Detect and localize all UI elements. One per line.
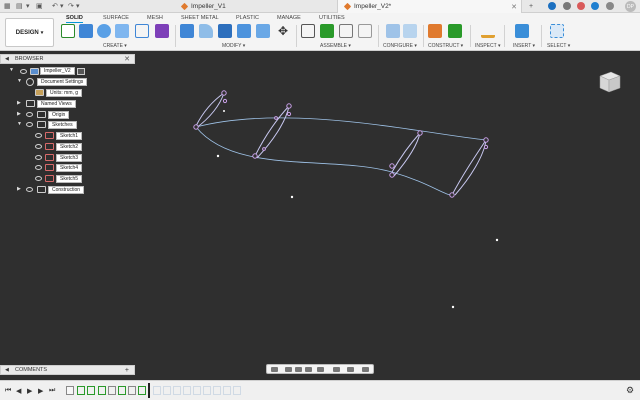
orbit-icon[interactable]: [271, 367, 278, 372]
gear-icon: [26, 78, 34, 86]
expand-arrow-icon[interactable]: ▼: [9, 67, 14, 73]
play-icon[interactable]: ▶: [27, 387, 32, 395]
timeline-sketch-icon[interactable]: [98, 386, 106, 395]
visibility-eye-icon[interactable]: [35, 133, 42, 138]
timeline-sketch-icon[interactable]: [138, 386, 146, 395]
visibility-eye-icon[interactable]: [26, 187, 33, 192]
visibility-eye-icon[interactable]: [35, 155, 42, 160]
tree-item-root[interactable]: Impeller_V2: [40, 67, 85, 75]
timeline-feature-icon[interactable]: [173, 386, 181, 395]
tree-item-sketch5[interactable]: Sketch5: [56, 175, 83, 183]
component-icon: [30, 68, 39, 75]
tree-item-sketch4[interactable]: Sketch4: [56, 164, 83, 172]
visibility-eye-icon[interactable]: [20, 69, 27, 74]
add-comment-icon[interactable]: +: [125, 367, 129, 374]
visibility-eye-icon[interactable]: [35, 165, 42, 170]
timeline-feature-icon[interactable]: [153, 386, 161, 395]
step-forward-icon[interactable]: ▶: [38, 387, 43, 395]
navigation-toolbar: [266, 364, 374, 374]
browser-title: BROWSER: [15, 56, 44, 62]
construction-points: [216, 110, 499, 309]
visibility-eye-icon[interactable]: [35, 144, 42, 149]
pan-icon[interactable]: [295, 367, 302, 372]
timeline-feature-icon[interactable]: [233, 386, 241, 395]
folder-icon: [26, 100, 35, 107]
timeline-feature-icon[interactable]: [163, 386, 171, 395]
expand-arrow-icon[interactable]: ▼: [17, 78, 22, 84]
collapse-icon[interactable]: ◀: [5, 56, 9, 62]
sketch-points: [193, 90, 489, 198]
tree-item-construction[interactable]: Construction: [48, 186, 85, 194]
look-at-icon[interactable]: [285, 367, 292, 372]
timeline-plane-icon[interactable]: [66, 386, 74, 395]
visibility-eye-icon[interactable]: [26, 112, 33, 117]
tree-item-units[interactable]: Units: mm, g: [46, 89, 83, 97]
timeline-feature-icon[interactable]: [223, 386, 231, 395]
tree-item-sketch3[interactable]: Sketch3: [56, 154, 83, 162]
comments-panel-header[interactable]: ◀ COMMENTS +: [0, 365, 135, 375]
folder-icon: [37, 121, 46, 128]
visibility-eye-icon[interactable]: [35, 176, 42, 181]
settings-icon[interactable]: ⚙: [626, 385, 634, 396]
viewcube-icon[interactable]: [596, 68, 622, 94]
step-back-icon[interactable]: ◀: [16, 387, 21, 395]
go-to-start-icon[interactable]: ⏮: [5, 387, 11, 395]
activate-radio-icon[interactable]: [76, 67, 85, 75]
expand-arrow-icon[interactable]: ▶: [17, 100, 21, 106]
tree-item-origin[interactable]: Origin: [48, 111, 70, 119]
go-to-end-icon[interactable]: ⏭: [49, 387, 55, 395]
units-icon: [35, 89, 44, 96]
sketch-icon: [45, 164, 54, 171]
sketch-icon: [45, 154, 54, 161]
timeline-feature-icon[interactable]: [193, 386, 201, 395]
tree-item-named-views[interactable]: Named Views: [37, 100, 76, 108]
timeline-sketch-icon[interactable]: [77, 386, 85, 395]
close-icon[interactable]: ✕: [124, 55, 130, 63]
comments-title: COMMENTS: [15, 367, 48, 373]
rail-curve: [195, 126, 454, 196]
visibility-eye-icon[interactable]: [26, 122, 33, 127]
sketch-profile: [195, 91, 487, 196]
timeline: ⏮ ◀ ▶ ▶ ⏭ ⚙: [0, 380, 640, 400]
sketch-icon: [45, 132, 54, 139]
timeline-feature-icon[interactable]: [183, 386, 191, 395]
zoom-icon[interactable]: [305, 367, 312, 372]
rail-curve: [195, 117, 487, 141]
expand-arrow-icon[interactable]: ▼: [17, 121, 22, 127]
folder-icon: [37, 111, 46, 118]
tree-item-sketches[interactable]: Sketches: [48, 121, 77, 129]
browser-panel-header[interactable]: ◀ BROWSER ✕: [0, 54, 135, 64]
timeline-marker[interactable]: [148, 383, 150, 398]
collapse-icon[interactable]: ◀: [5, 367, 9, 373]
folder-icon: [37, 186, 46, 193]
expand-arrow-icon[interactable]: ▶: [17, 111, 21, 117]
sketch-icon: [45, 143, 54, 150]
tree-item-sketch1[interactable]: Sketch1: [56, 132, 83, 140]
display-settings-icon[interactable]: [333, 367, 340, 372]
expand-arrow-icon[interactable]: ▶: [17, 186, 21, 192]
timeline-sketch-icon[interactable]: [87, 386, 95, 395]
timeline-feature-icon[interactable]: [203, 386, 211, 395]
timeline-plane-icon[interactable]: [128, 386, 136, 395]
timeline-feature-icon[interactable]: [213, 386, 221, 395]
fit-icon[interactable]: [317, 367, 324, 372]
timeline-sketch-icon[interactable]: [118, 386, 126, 395]
sketch-icon: [45, 175, 54, 182]
tree-item-document-settings[interactable]: Document Settings: [37, 78, 88, 86]
tree-item-sketch2[interactable]: Sketch2: [56, 143, 83, 151]
grid-settings-icon[interactable]: [347, 367, 354, 372]
viewports-icon[interactable]: [362, 367, 369, 372]
timeline-plane-icon[interactable]: [108, 386, 116, 395]
